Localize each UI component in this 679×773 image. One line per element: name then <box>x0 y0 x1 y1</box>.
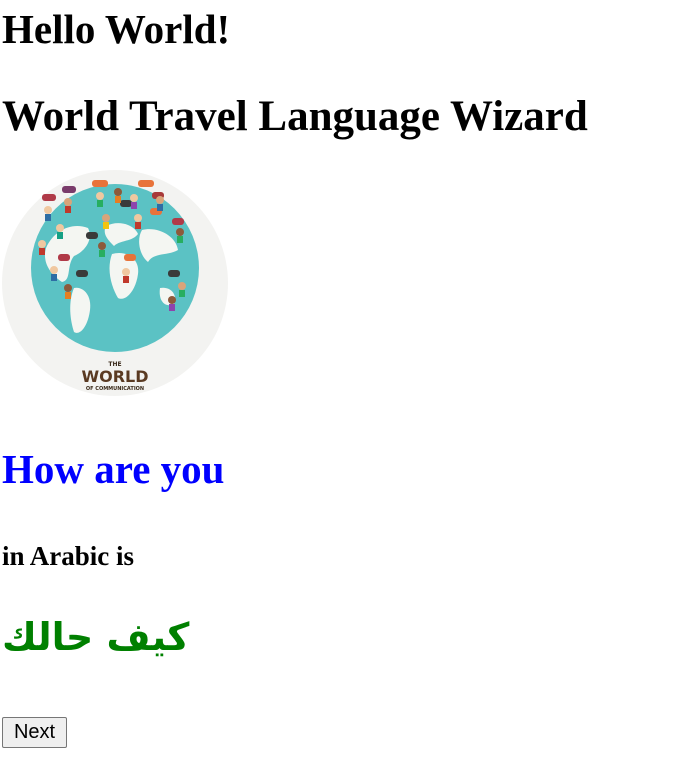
language-label: in Arabic is <box>2 541 135 571</box>
translated-phrase: كيف حالك <box>2 615 190 659</box>
logo-text-bottom: OF COMMUNICATION <box>86 386 144 392</box>
source-phrase: How are you <box>2 446 225 492</box>
app-title: World Travel Language Wizard <box>2 93 588 140</box>
next-button[interactable]: Next <box>2 717 67 748</box>
logo-text-main: WORLD <box>81 367 148 386</box>
greeting-heading: Hello World! <box>2 6 231 52</box>
globe-illustration: THE WORLD OF COMMUNICATION <box>2 170 228 396</box>
page: Hello World! World Travel Language Wizar… <box>0 0 679 773</box>
world-communication-image: THE WORLD OF COMMUNICATION <box>2 170 228 396</box>
